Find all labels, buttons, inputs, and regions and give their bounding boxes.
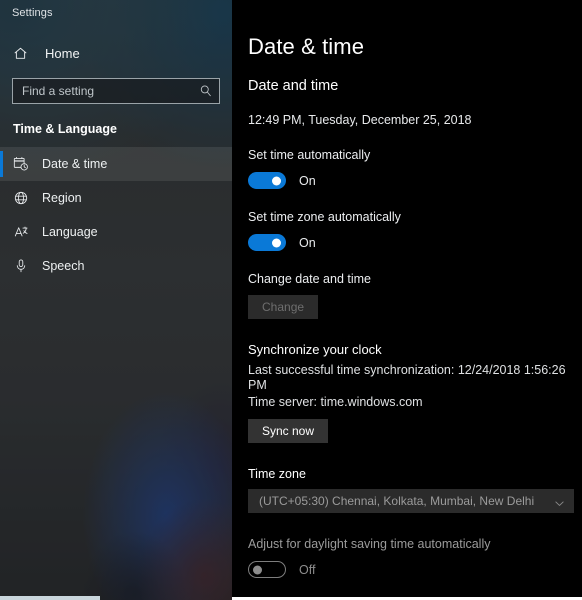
sidebar-item-label: Date & time <box>42 157 107 171</box>
change-date-time-label: Change date and time <box>248 272 578 286</box>
sidebar-item-label: Speech <box>42 259 84 273</box>
set-timezone-automatically-label: Set time zone automatically <box>248 210 578 224</box>
sync-now-button[interactable]: Sync now <box>248 419 328 443</box>
sidebar-item-region[interactable]: Region <box>0 181 232 215</box>
time-zone-value: (UTC+05:30) Chennai, Kolkata, Mumbai, Ne… <box>259 494 554 508</box>
sidebar-item-speech[interactable]: Speech <box>0 249 232 283</box>
search-box[interactable] <box>12 78 220 104</box>
sidebar-nav-list: Date & time Region <box>0 147 232 283</box>
settings-content-pane: Date & time Date and time 12:49 PM, Tues… <box>232 0 582 600</box>
globe-icon <box>13 189 33 207</box>
daylight-saving-state: Off <box>299 563 315 577</box>
change-date-time-button[interactable]: Change <box>248 295 318 319</box>
sidebar-home-label: Home <box>45 46 80 61</box>
sidebar-item-language[interactable]: Language <box>0 215 232 249</box>
daylight-saving-toggle[interactable] <box>248 561 286 578</box>
sidebar-item-date-time[interactable]: Date & time <box>0 147 232 181</box>
language-icon <box>13 223 33 241</box>
navigation-sidebar: Settings Home <box>0 0 232 600</box>
set-timezone-automatically-toggle[interactable] <box>248 234 286 251</box>
time-zone-dropdown[interactable]: (UTC+05:30) Chennai, Kolkata, Mumbai, Ne… <box>248 489 574 513</box>
last-sync-text: Last successful time synchronization: 12… <box>248 363 578 393</box>
time-server-text: Time server: time.windows.com <box>248 395 578 410</box>
set-time-automatically-toggle[interactable] <box>248 172 286 189</box>
sidebar-bottom-edge <box>0 596 100 600</box>
window-title: Settings <box>12 7 53 19</box>
microphone-icon <box>13 257 33 275</box>
settings-window: Settings Home <box>0 0 582 600</box>
page-title: Date & time <box>248 34 578 60</box>
daylight-saving-label: Adjust for daylight saving time automati… <box>248 537 578 551</box>
calendar-clock-icon <box>13 155 33 173</box>
sidebar-item-label: Language <box>42 225 98 239</box>
sidebar-section-title: Time & Language <box>13 122 232 136</box>
daylight-saving-row: Off <box>248 561 578 578</box>
set-time-automatically-label: Set time automatically <box>248 148 578 162</box>
window-titlebar: Settings <box>0 0 232 26</box>
set-timezone-automatically-state: On <box>299 236 316 250</box>
time-zone-label: Time zone <box>248 467 578 481</box>
current-datetime-text: 12:49 PM, Tuesday, December 25, 2018 <box>248 113 578 127</box>
home-icon <box>13 45 35 61</box>
set-time-automatically-state: On <box>299 174 316 188</box>
toggle-knob <box>253 565 262 574</box>
set-time-automatically-row: On <box>248 172 578 189</box>
chevron-down-icon <box>554 496 565 507</box>
synchronize-clock-heading: Synchronize your clock <box>248 342 578 357</box>
group-title-date-and-time: Date and time <box>248 78 578 94</box>
toggle-knob <box>272 238 281 247</box>
sidebar-item-label: Region <box>42 191 82 205</box>
set-timezone-automatically-row: On <box>248 234 578 251</box>
search-icon[interactable] <box>199 84 213 98</box>
toggle-knob <box>272 176 281 185</box>
search-input[interactable] <box>22 80 199 102</box>
sidebar-item-home[interactable]: Home <box>0 40 232 66</box>
